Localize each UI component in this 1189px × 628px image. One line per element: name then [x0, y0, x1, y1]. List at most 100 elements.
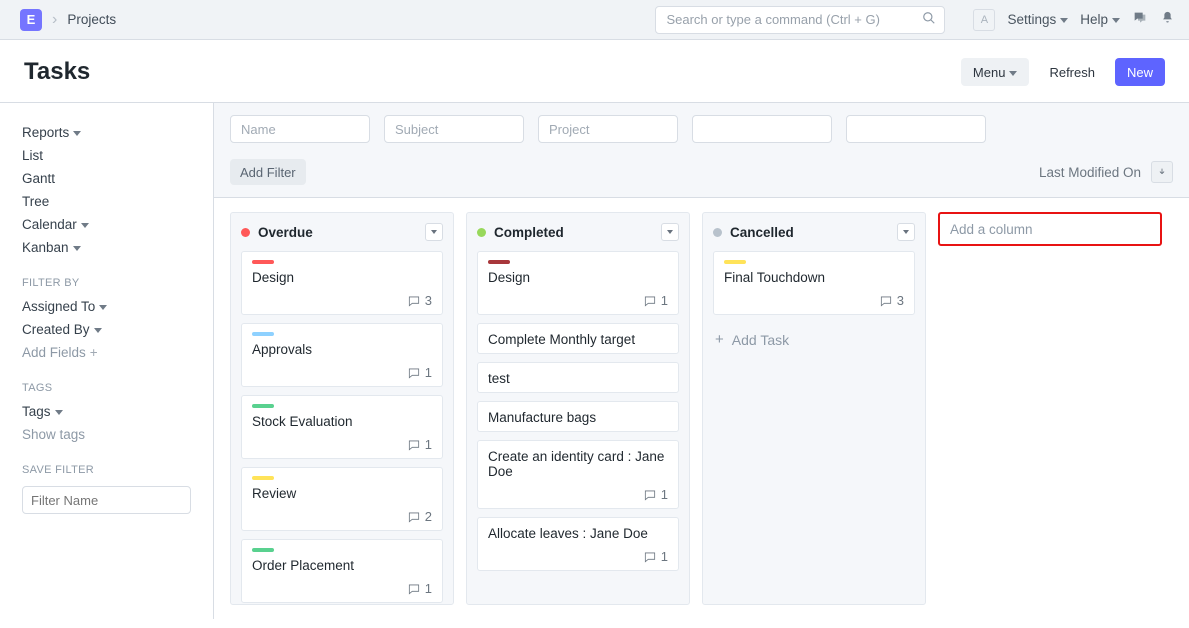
breadcrumb[interactable]: Projects	[67, 12, 116, 27]
card-title: Design	[488, 270, 668, 285]
filter-input[interactable]	[230, 115, 370, 143]
tags-heading: TAGS	[22, 382, 191, 394]
chevron-right-icon: ›	[52, 11, 57, 29]
kanban-column: Completed Design 1Complete Monthly targe…	[466, 212, 690, 605]
chevron-down-icon	[81, 223, 89, 228]
card-priority-bar	[724, 260, 746, 264]
menu-button[interactable]: Menu	[961, 58, 1030, 86]
card-comments: 1	[488, 549, 668, 564]
sidebar-view-item[interactable]: Kanban	[22, 236, 191, 259]
filter-input[interactable]	[538, 115, 678, 143]
comment-icon	[879, 294, 893, 308]
comment-icon	[407, 438, 421, 452]
card-title: Create an identity card : Jane Doe	[488, 449, 668, 479]
sidebar-view-item[interactable]: Reports	[22, 121, 191, 144]
sidebar-view-item[interactable]: List	[22, 144, 191, 167]
save-filter-heading: SAVE FILTER	[22, 464, 191, 476]
card-comments: 1	[252, 365, 432, 380]
search-input[interactable]	[664, 11, 922, 28]
card-title: Final Touchdown	[724, 270, 904, 285]
page-header: Tasks Menu Refresh New	[0, 40, 1189, 103]
filter-input[interactable]	[692, 115, 832, 143]
column-menu-button[interactable]	[425, 223, 443, 241]
add-fields-link[interactable]: Add Fields +	[22, 341, 191, 364]
chevron-down-icon	[1009, 71, 1017, 76]
kanban-board: Overdue Design 3 Approvals 1 Stock Evaluat…	[214, 198, 1189, 619]
sidebar-view-item[interactable]: Gantt	[22, 167, 191, 190]
column-menu-button[interactable]	[897, 223, 915, 241]
comment-icon	[407, 582, 421, 596]
kanban-card[interactable]: Complete Monthly target	[477, 323, 679, 354]
refresh-button[interactable]: Refresh	[1037, 58, 1107, 86]
settings-label: Settings	[1007, 12, 1056, 27]
card-priority-bar	[252, 476, 274, 480]
show-tags-link[interactable]: Show tags	[22, 423, 191, 446]
sort-direction-button[interactable]	[1151, 161, 1173, 183]
chevron-down-icon	[99, 305, 107, 310]
card-title: Design	[252, 270, 432, 285]
filter-input[interactable]	[384, 115, 524, 143]
tags-link[interactable]: Tags	[22, 400, 191, 423]
chevron-down-icon	[903, 230, 909, 234]
sidebar-filter-item[interactable]: Assigned To	[22, 295, 191, 318]
filter-by-heading: FILTER BY	[22, 277, 191, 289]
menu-button-label: Menu	[973, 65, 1006, 80]
filter-input[interactable]	[846, 115, 986, 143]
card-title: Review	[252, 486, 432, 501]
card-priority-bar	[252, 548, 274, 552]
arrow-down-icon	[1157, 167, 1167, 177]
card-title: Order Placement	[252, 558, 432, 573]
plus-icon: +	[90, 345, 98, 360]
comment-icon	[407, 366, 421, 380]
add-task-button[interactable]: + Add Task	[713, 323, 915, 356]
add-filter-button[interactable]: Add Filter	[230, 159, 306, 185]
chat-icon[interactable]	[1132, 10, 1148, 30]
card-comments: 1	[488, 293, 668, 308]
comment-icon	[407, 294, 421, 308]
global-search[interactable]	[655, 6, 945, 34]
chevron-down-icon	[1112, 18, 1120, 23]
status-dot	[477, 228, 486, 237]
kanban-card[interactable]: Order Placement 1	[241, 539, 443, 603]
sidebar-filter-item[interactable]: Created By	[22, 318, 191, 341]
kanban-card[interactable]: Design 3	[241, 251, 443, 315]
sidebar: ReportsListGanttTreeCalendarKanban FILTE…	[0, 103, 214, 619]
sidebar-view-item[interactable]: Tree	[22, 190, 191, 213]
kanban-card[interactable]: Create an identity card : Jane Doe 1	[477, 440, 679, 509]
chevron-down-icon	[431, 230, 437, 234]
card-comments: 1	[252, 581, 432, 596]
kanban-card[interactable]: Design 1	[477, 251, 679, 315]
chevron-down-icon	[1060, 18, 1068, 23]
add-column-button[interactable]: Add a column	[938, 212, 1162, 246]
chevron-down-icon	[73, 246, 81, 251]
card-title: Allocate leaves : Jane Doe	[488, 526, 668, 541]
new-button[interactable]: New	[1115, 58, 1165, 86]
kanban-card[interactable]: test	[477, 362, 679, 393]
kanban-card[interactable]: Manufacture bags	[477, 401, 679, 432]
card-priority-bar	[252, 404, 274, 408]
kanban-card[interactable]: Allocate leaves : Jane Doe 1	[477, 517, 679, 571]
card-title: Approvals	[252, 342, 432, 357]
sidebar-view-item[interactable]: Calendar	[22, 213, 191, 236]
filter-name-input[interactable]	[22, 486, 191, 514]
column-title: Overdue	[258, 225, 417, 240]
kanban-card[interactable]: Review 2	[241, 467, 443, 531]
bell-icon[interactable]	[1160, 10, 1175, 29]
app-logo[interactable]: E	[20, 9, 42, 31]
kanban-card[interactable]: Stock Evaluation 1	[241, 395, 443, 459]
avatar[interactable]: A	[973, 9, 995, 31]
card-title: Complete Monthly target	[488, 332, 668, 347]
kanban-card[interactable]: Final Touchdown 3	[713, 251, 915, 315]
column-menu-button[interactable]	[661, 223, 679, 241]
kanban-card[interactable]: Approvals 1	[241, 323, 443, 387]
help-menu[interactable]: Help	[1080, 12, 1120, 27]
card-comments: 3	[252, 293, 432, 308]
chevron-down-icon	[667, 230, 673, 234]
card-comments: 1	[488, 487, 668, 502]
card-comments: 3	[724, 293, 904, 308]
sort-label[interactable]: Last Modified On	[1039, 165, 1141, 180]
card-priority-bar	[488, 260, 510, 264]
kanban-column: Cancelled Final Touchdown 3+ Add Task	[702, 212, 926, 605]
chevron-down-icon	[94, 328, 102, 333]
settings-menu[interactable]: Settings	[1007, 12, 1068, 27]
